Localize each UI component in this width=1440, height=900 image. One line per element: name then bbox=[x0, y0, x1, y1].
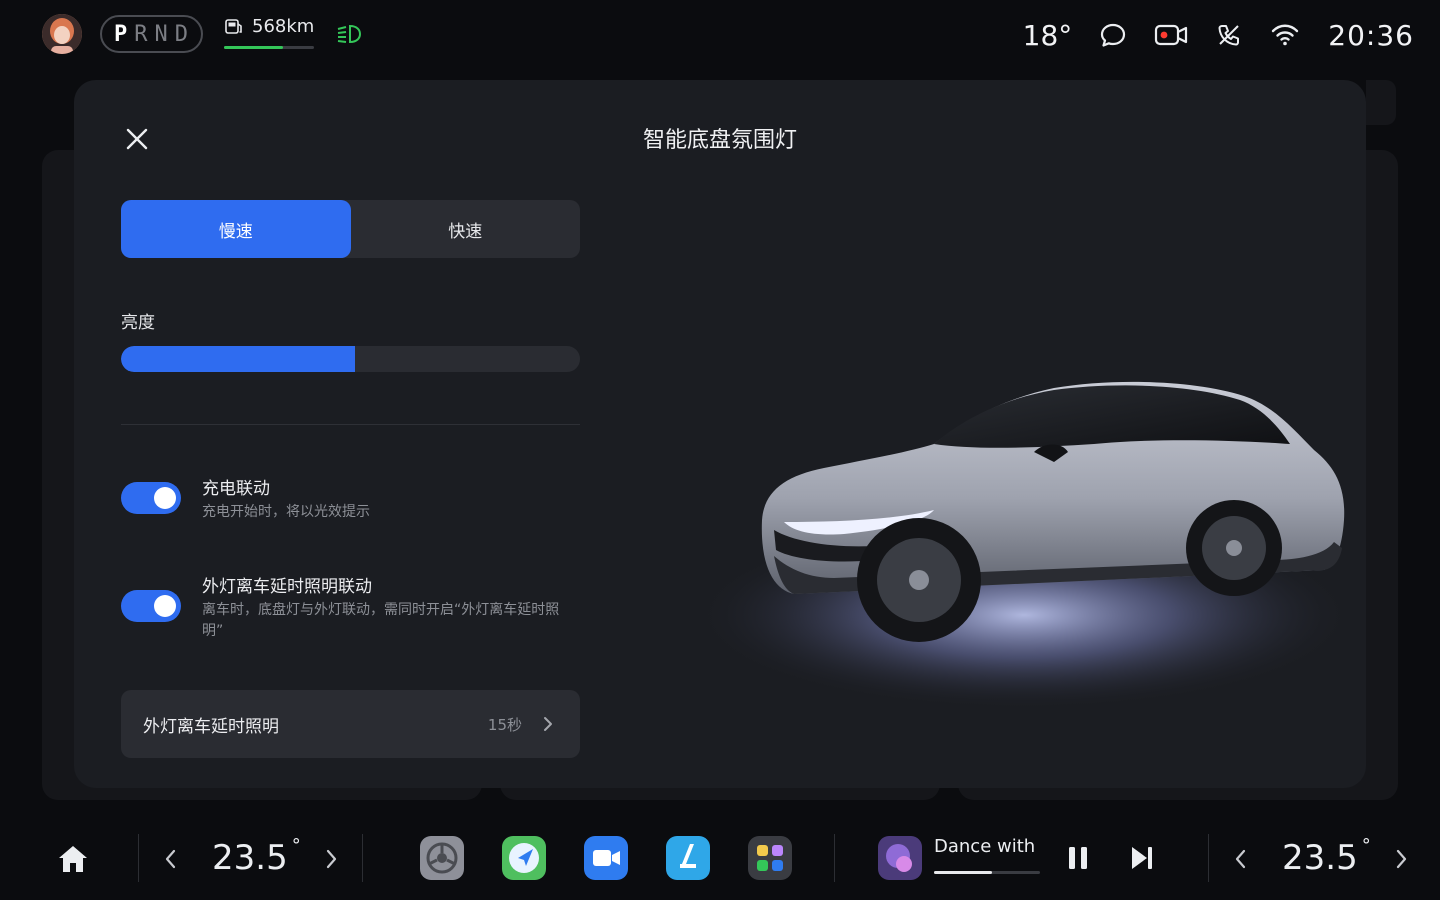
gear-indicator: P R N D bbox=[100, 15, 203, 53]
chassis-light-panel: 智能底盘氛围灯 慢速 快速 亮度 充电联动 充电开始时，将以光效提示 外灯离车延… bbox=[74, 80, 1366, 788]
car-screen: P R N D 568km 18° 20:36 智能底盘氛围灯 慢速 快速 亮度… bbox=[0, 0, 1440, 900]
chevron-right-icon bbox=[544, 717, 552, 731]
chevron-right-icon bbox=[1396, 849, 1407, 869]
range-text: 568km bbox=[252, 16, 315, 37]
gear-p: P bbox=[114, 21, 129, 47]
charging-link-title: 充电联动 bbox=[202, 479, 270, 499]
skip-next-icon bbox=[1132, 847, 1152, 869]
speed-mode-fast[interactable]: 快速 bbox=[351, 200, 581, 258]
exterior-light-link-description: 离车时，底盘灯与外灯联动，需同时开启“外灯离车延时照明” bbox=[202, 602, 560, 639]
avatar[interactable] bbox=[42, 14, 82, 54]
dock-separator bbox=[1208, 834, 1209, 882]
music-title: Dance with bbox=[934, 836, 1036, 857]
car-illustration bbox=[694, 381, 1354, 710]
charging-link-toggle[interactable] bbox=[121, 482, 181, 514]
dock-separator bbox=[138, 834, 139, 882]
wifi-icon[interactable] bbox=[1270, 20, 1300, 50]
chevron-left-icon bbox=[1235, 849, 1246, 869]
headlight-icon bbox=[337, 24, 362, 44]
phone-link-icon[interactable] bbox=[1214, 20, 1244, 50]
settings-app-icon[interactable] bbox=[420, 836, 464, 880]
album-art[interactable] bbox=[878, 836, 922, 880]
video-app-icon[interactable] bbox=[584, 836, 628, 880]
exterior-light-delay-label: 外灯离车延时照明 bbox=[143, 717, 279, 737]
dock-bar: 23.5 ° Dance with 23.5 ° bbox=[0, 818, 1440, 900]
passenger-temperature-value: 23.5 bbox=[1282, 838, 1358, 878]
chevron-left-icon bbox=[165, 849, 176, 869]
range-bar bbox=[224, 46, 314, 49]
clock: 20:36 bbox=[1328, 18, 1414, 52]
range-bar-fill bbox=[224, 46, 284, 49]
background-card bbox=[1366, 80, 1396, 125]
pause-icon bbox=[1069, 847, 1087, 869]
app-folder-icon[interactable] bbox=[748, 836, 792, 880]
driver-temperature-unit: ° bbox=[291, 834, 301, 856]
exterior-light-delay-row[interactable]: 外灯离车延时照明 15秒 bbox=[121, 690, 580, 758]
panel-title: 智能底盘氛围灯 bbox=[642, 128, 797, 153]
driver-temp-up-button[interactable] bbox=[322, 846, 342, 872]
chevron-right-icon bbox=[326, 849, 337, 869]
home-icon bbox=[59, 846, 87, 872]
driver-temp-down-button[interactable] bbox=[160, 846, 180, 872]
driver-temperature-value: 23.5 bbox=[212, 838, 288, 878]
divider bbox=[121, 424, 580, 425]
status-bar: P R N D 568km 18° 20:36 bbox=[0, 0, 1440, 70]
seat-app-icon[interactable] bbox=[666, 836, 710, 880]
brightness-label: 亮度 bbox=[121, 313, 155, 333]
passenger-temperature-unit: ° bbox=[1361, 834, 1371, 856]
pause-button[interactable] bbox=[1064, 842, 1092, 874]
status-right: 18° 20:36 bbox=[1023, 14, 1414, 56]
exterior-light-link-toggle[interactable] bbox=[121, 590, 181, 622]
next-track-button[interactable] bbox=[1128, 842, 1156, 874]
gear-r: R bbox=[134, 21, 149, 47]
toggle-knob bbox=[154, 595, 176, 617]
message-icon[interactable] bbox=[1098, 20, 1128, 50]
exterior-light-link-title: 外灯离车延时照明联动 bbox=[202, 577, 372, 597]
brightness-slider[interactable] bbox=[121, 346, 580, 372]
charging-link-description: 充电开始时，将以光效提示 bbox=[202, 504, 370, 520]
music-progress-bar[interactable] bbox=[934, 871, 1040, 874]
speed-mode-selector: 慢速 快速 bbox=[121, 200, 580, 258]
outside-temperature: 18° bbox=[1022, 18, 1073, 52]
driver-temperature: 23.5 ° bbox=[212, 834, 301, 878]
passenger-temp-down-button[interactable] bbox=[1230, 846, 1250, 872]
home-button[interactable] bbox=[56, 842, 90, 876]
dock-separator bbox=[834, 834, 835, 882]
dock-separator bbox=[362, 834, 363, 882]
gear-n: N bbox=[154, 21, 169, 47]
passenger-temp-up-button[interactable] bbox=[1392, 846, 1412, 872]
toggle-knob bbox=[154, 487, 176, 509]
gear-d: D bbox=[174, 21, 189, 47]
speed-mode-slow[interactable]: 慢速 bbox=[121, 200, 351, 258]
camera-recording-icon[interactable] bbox=[1154, 20, 1188, 50]
passenger-temperature: 23.5 ° bbox=[1282, 834, 1371, 878]
music-progress-fill bbox=[934, 871, 993, 874]
exterior-light-delay-value: 15秒 bbox=[487, 716, 522, 734]
fuel-range-icon bbox=[225, 19, 242, 34]
navigation-app-icon[interactable] bbox=[502, 836, 546, 880]
brightness-slider-fill bbox=[121, 346, 356, 372]
